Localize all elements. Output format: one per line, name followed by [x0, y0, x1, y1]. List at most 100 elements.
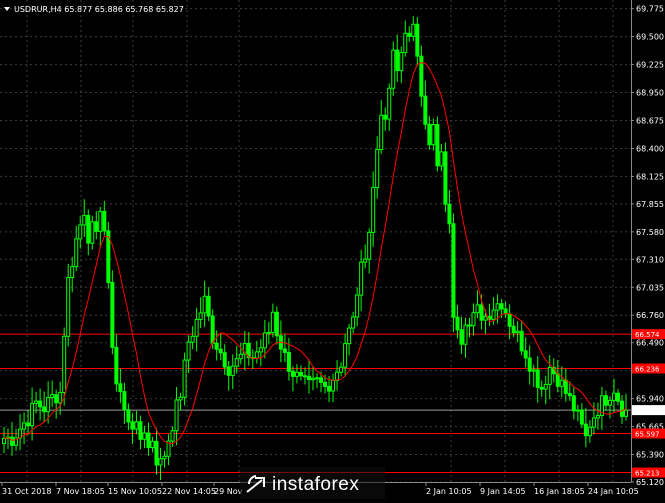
y-tick-label: 65.120	[636, 478, 664, 487]
candle-body	[126, 409, 131, 423]
candle-body	[443, 151, 448, 205]
candle-body	[214, 342, 219, 350]
candle-body	[138, 421, 143, 440]
candle-body	[559, 379, 564, 387]
candle-body	[230, 365, 235, 376]
candle-body	[571, 395, 576, 412]
y-tick-label: 69.775	[636, 5, 664, 14]
candle-body	[30, 402, 35, 427]
candle-body	[351, 316, 356, 329]
candle-body	[363, 258, 368, 263]
x-tick-label: 7 Nov 18:05	[56, 487, 105, 496]
candle-body	[483, 315, 488, 321]
candle-body	[347, 327, 352, 345]
candle-body	[274, 311, 279, 337]
candle-body	[555, 373, 560, 387]
candle-body	[190, 335, 195, 343]
candle-body	[563, 379, 568, 394]
candle-body	[479, 304, 484, 321]
candle-body	[327, 385, 332, 392]
candle-body	[543, 383, 548, 390]
candle-body	[391, 49, 396, 89]
candle-body	[22, 422, 27, 430]
candle-body	[162, 455, 167, 460]
candle-body	[519, 330, 524, 352]
candle-body	[58, 392, 63, 404]
candle-body	[399, 51, 404, 72]
candle-body	[451, 223, 456, 318]
candle-body	[90, 221, 95, 244]
candle-body	[222, 352, 227, 368]
candle-body	[319, 377, 324, 383]
x-tick-label: 16 Jan 18:05	[534, 487, 585, 496]
candle-body	[455, 316, 460, 331]
candle-body	[375, 149, 380, 189]
x-tick-label: 31 Oct 2018	[2, 487, 51, 496]
candle-body	[218, 348, 223, 354]
y-tick-label: 68.400	[636, 144, 664, 153]
candle-body	[62, 335, 67, 394]
y-tick-label: 68.675	[636, 117, 664, 126]
candle-body	[587, 426, 592, 437]
candle-body	[286, 351, 291, 372]
candle-body	[98, 210, 103, 232]
candle-body	[298, 371, 303, 377]
candle-body	[182, 359, 187, 398]
candle-body	[114, 346, 119, 385]
candle-body	[266, 331, 271, 334]
candle-body	[262, 332, 267, 349]
candle-body	[419, 55, 424, 97]
candle-body	[94, 221, 99, 232]
candle-body	[78, 224, 83, 240]
candle-body	[302, 375, 307, 378]
candle-body	[70, 266, 75, 279]
candle-body	[503, 308, 508, 315]
candle-body	[475, 304, 480, 314]
candle-body	[507, 313, 512, 327]
candle-body	[74, 238, 79, 268]
candle-body	[26, 422, 31, 427]
candle-body	[270, 311, 275, 333]
chart-canvas[interactable]: 69.775 69.500 69.225 68.950 68.675 68.400 68.1…	[0, 0, 665, 499]
candle-body	[122, 391, 127, 411]
candle-body	[575, 409, 580, 412]
candle-body	[198, 312, 203, 320]
price-chart[interactable]: 69.775 69.500 69.225 68.950 68.675 68.400 68.1…	[0, 0, 665, 499]
candle-body	[527, 357, 532, 372]
candle-body	[102, 210, 107, 232]
candle-body	[499, 303, 504, 310]
level-tag-label: 65.597	[635, 430, 660, 438]
candle-body	[567, 392, 572, 397]
candle-body	[331, 379, 336, 392]
candle-body	[371, 187, 376, 233]
candle-body	[110, 281, 115, 348]
y-tick-label: 69.225	[636, 61, 664, 70]
candle-body	[511, 325, 516, 334]
candle-body	[258, 347, 263, 353]
x-tick-label: 29 Nov	[214, 487, 243, 496]
x-tick-label: 2 Jan 10:05	[426, 487, 472, 496]
candle-body	[158, 458, 163, 466]
candle-body	[423, 95, 428, 125]
candle-body	[134, 421, 139, 430]
level-tag-label: 65.213	[635, 470, 660, 478]
candle-body	[206, 295, 211, 317]
candle-body	[619, 400, 624, 417]
candle-body	[515, 330, 520, 334]
y-tick-label: 69.500	[636, 33, 664, 42]
candle-body	[54, 394, 59, 404]
y-tick-label: 67.855	[636, 200, 664, 209]
candle-body	[411, 23, 416, 37]
candle-body	[615, 392, 620, 402]
candle-body	[459, 329, 464, 345]
candle-body	[603, 395, 608, 406]
candle-body	[407, 32, 412, 37]
candle-body	[46, 397, 51, 413]
candle-body	[523, 350, 528, 359]
candle-body	[290, 370, 295, 377]
x-tick-label: 15 Nov 10:05	[108, 487, 162, 496]
candle-body	[467, 324, 472, 327]
candle-body	[294, 371, 299, 377]
candle-body	[387, 87, 392, 120]
watermark-text: instaforex	[272, 474, 359, 495]
